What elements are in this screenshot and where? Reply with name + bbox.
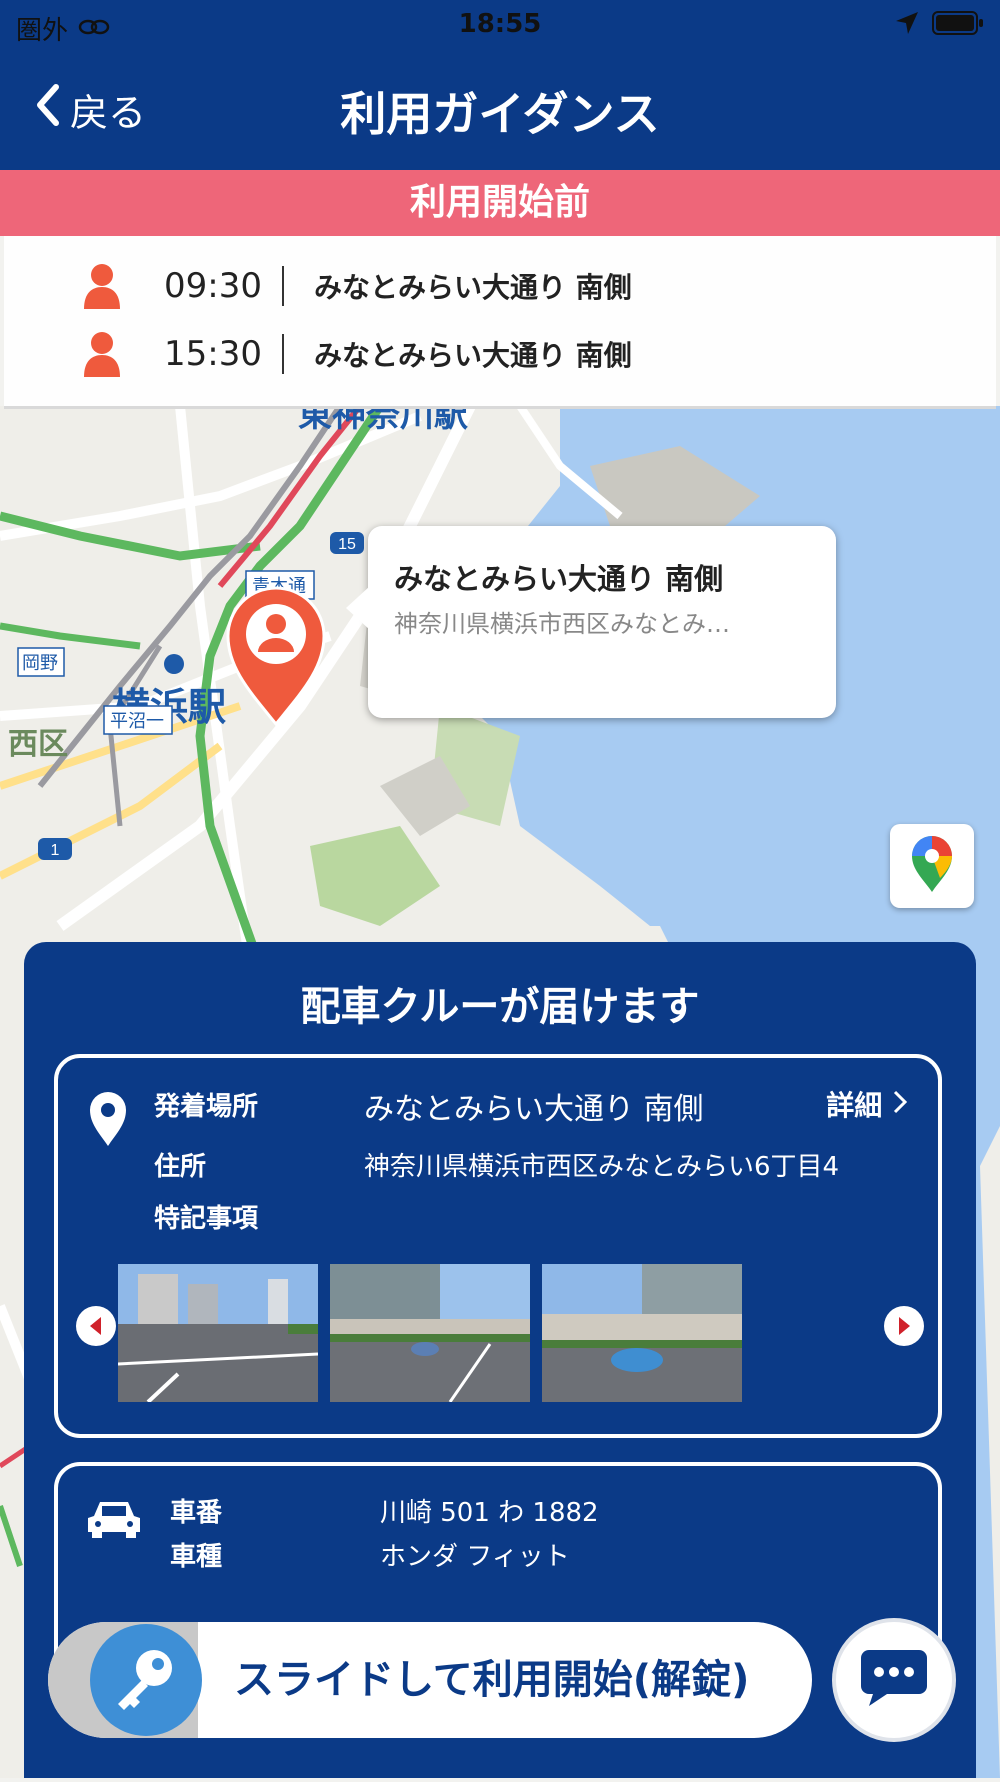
map-label-higashikanagawa: 東神奈川駅 (298, 406, 468, 435)
slide-to-unlock[interactable]: スライドして利用開始(解錠) (48, 1622, 812, 1738)
map-label-okano: 岡野 (22, 653, 58, 674)
schedule-row[interactable]: 09:30 みなとみらい大通り 南側 (4, 254, 996, 318)
car-icon (86, 1498, 142, 1544)
schedule-place: みなとみらい大通り 南側 (314, 339, 632, 372)
location-arrow-icon (894, 10, 920, 43)
route-badge-1: 1 (51, 842, 60, 859)
map-label-hiranuma: 平沼一 (110, 711, 164, 732)
page-title: 利用ガイダンス (340, 87, 660, 141)
schedule-list: 09:30 みなとみらい大通り 南側 15:30 みなとみらい大通り 南側 (4, 236, 996, 409)
schedule-time: 09:30 (164, 266, 262, 306)
photo-next-button[interactable] (884, 1306, 924, 1346)
callout-title: みなとみらい大通り 南側 (394, 562, 724, 596)
schedule-place: みなとみらい大通り 南側 (314, 271, 632, 304)
plate-label: 車番 (170, 1498, 223, 1528)
google-maps-icon (910, 834, 954, 898)
panel-title: 配車クルーが届けます (300, 984, 700, 1030)
model-label: 車種 (170, 1542, 223, 1572)
detail-label: 詳細 (826, 1089, 883, 1122)
stage-banner: 利用開始前 (0, 170, 1000, 236)
person-icon (84, 331, 124, 377)
chat-button[interactable] (836, 1622, 952, 1738)
notes-label: 特記事項 (154, 1204, 259, 1234)
clock: 18:55 (458, 9, 542, 39)
schedule-time: 15:30 (164, 334, 262, 374)
person-icon (84, 263, 124, 309)
chat-bubble-icon (859, 1648, 929, 1712)
plate-value: 川崎 501 わ 1882 (380, 1498, 599, 1528)
location-value: みなとみらい大通り 南側 (364, 1092, 704, 1127)
map-pin-icon (88, 1090, 128, 1152)
map-callout[interactable]: みなとみらい大通り 南側 神奈川県横浜市西区みなとみ… (346, 526, 836, 718)
model-value: ホンダ フィット (380, 1542, 570, 1572)
location-photo[interactable] (330, 1264, 530, 1402)
google-maps-button[interactable] (890, 824, 974, 908)
chevron-right-icon (892, 1089, 908, 1122)
navigation-bar: 戻る 利用ガイダンス (0, 50, 1000, 170)
schedule-row[interactable]: 15:30 みなとみらい大通り 南側 (4, 322, 996, 386)
divider (282, 266, 284, 306)
slider-label: スライドして利用開始(解錠) (234, 1657, 750, 1703)
map-label-nishi-ward: 西区 (8, 727, 68, 762)
location-label: 発着場所 (154, 1092, 259, 1122)
address-label: 住所 (154, 1152, 207, 1182)
address-value: 神奈川県横浜市西区みなとみらい6丁目4 (364, 1152, 840, 1182)
battery-icon (932, 10, 984, 43)
route-badge-15: 15 (338, 536, 356, 553)
status-bar: 圏外 18:55 (0, 0, 1000, 50)
status-right (894, 10, 984, 43)
location-card: 発着場所 みなとみらい大通り 南側 詳細 住所 神奈川県横浜市西区みなとみらい6… (54, 1054, 942, 1438)
location-photo[interactable] (542, 1264, 742, 1402)
location-photo[interactable] (118, 1264, 318, 1402)
slider-knob[interactable] (90, 1624, 202, 1736)
divider (282, 334, 284, 374)
detail-link[interactable]: 詳細 (826, 1084, 908, 1124)
callout-address: 神奈川県横浜市西区みなとみ… (394, 610, 730, 638)
key-icon (110, 1642, 182, 1722)
photo-prev-button[interactable] (76, 1306, 116, 1346)
